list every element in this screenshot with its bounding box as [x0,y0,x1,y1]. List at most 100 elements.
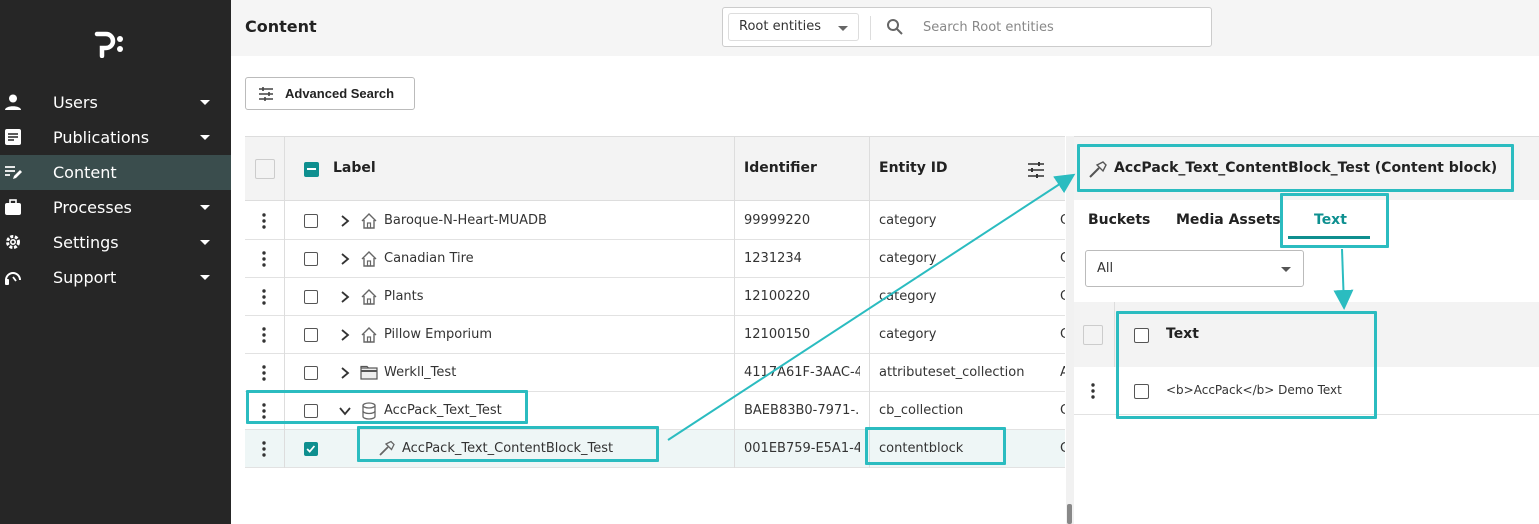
chevron-down-icon[interactable] [339,404,351,418]
more-vert-icon[interactable] [262,289,266,305]
cell-overflow: A [1060,365,1065,380]
column-settings-icon[interactable] [1027,161,1045,179]
more-vert-icon[interactable] [262,441,266,457]
cell-overflow: C [1060,403,1065,418]
column-header-label[interactable]: Label [333,160,376,176]
chevron-right-icon[interactable] [339,252,351,266]
select-all-checkbox[interactable] [1134,328,1149,343]
splitter-handle[interactable] [1067,504,1072,524]
table-row[interactable]: <b>AccPack</b> Demo Text [1074,367,1539,415]
table-row[interactable]: Plants 12100220 category C [245,278,1065,316]
column-separator [284,354,285,392]
table-row[interactable]: Canadian Tire 1231234 category C [245,240,1065,278]
column-menu-icon[interactable] [255,159,275,179]
caret-down-icon [200,100,210,105]
page-title: Content [245,17,317,36]
search-bar: Root entities [722,7,1212,47]
column-menu-icon[interactable] [1083,325,1103,345]
more-vert-icon[interactable] [262,251,266,267]
cell-label[interactable]: Baroque-N-Heart-MUADB [384,213,734,228]
select-all-checkbox[interactable] [304,162,319,177]
table-row[interactable]: Pillow Emporium 12100150 category C [245,316,1065,354]
column-separator [869,240,870,278]
caret-down-icon [200,135,210,140]
more-vert-icon[interactable] [262,213,266,229]
nav-item-users[interactable]: Users [0,85,231,120]
row-checkbox[interactable] [304,442,318,456]
table-row[interactable]: AccPack_Text_Test BAEB83B0-7971-... cb_col… [245,392,1065,430]
table-row[interactable]: AccPack_Text_ContentBlock_Test 001EB759-E… [245,430,1065,468]
cell-entity-id: category [879,289,937,304]
caret-down-icon [838,26,848,31]
app-logo-icon[interactable] [93,28,129,58]
row-checkbox[interactable] [304,252,318,266]
cell-label[interactable]: AccPack_Text_ContentBlock_Test [402,441,752,456]
column-separator [734,202,735,240]
edit-list-icon [5,166,22,179]
cell-label[interactable]: AccPack_Text_Test [384,403,734,418]
column-separator [284,316,285,354]
cell-overflow: C [1060,251,1065,266]
nav-item-settings[interactable]: Settings [0,225,231,260]
advanced-search-button[interactable]: Advanced Search [245,77,415,110]
cell-label[interactable]: Plants [384,289,734,304]
column-separator [734,137,735,202]
column-separator [284,137,285,202]
cell-overflow: C [1060,327,1065,342]
more-vert-icon[interactable] [262,365,266,381]
cell-entity-id: category [879,327,937,342]
row-checkbox[interactable] [1134,384,1149,399]
column-separator [869,392,870,430]
home-icon [361,213,377,229]
column-separator [869,137,870,202]
chevron-right-icon[interactable] [339,214,351,228]
table-row[interactable]: Baroque-N-Heart-MUADB 99999220 category C [245,202,1065,240]
person-icon [5,94,21,110]
hammer-icon [1089,161,1107,178]
text-filter-select[interactable]: All [1085,250,1304,287]
nav-item-content[interactable]: Content [0,155,231,190]
chevron-right-icon[interactable] [339,290,351,304]
table-row[interactable]: Werkll_Test 4117A61F-3AAC-4... attributese… [245,354,1065,392]
nav-item-support[interactable]: Support [0,260,231,295]
nav-label: Content [53,163,117,182]
column-header-text[interactable]: Text [1166,326,1199,342]
content-table: Label Identifier Entity ID Baroque-N-Hea… [245,136,1065,468]
tab-text[interactable]: Text [1314,212,1347,228]
row-checkbox[interactable] [304,290,318,304]
text-table-header: Text [1074,302,1539,367]
row-checkbox[interactable] [304,404,318,418]
column-header-entity-id[interactable]: Entity ID [879,160,948,176]
chevron-right-icon[interactable] [339,366,351,380]
row-checkbox[interactable] [304,214,318,228]
tab-media-assets[interactable]: Media Assets [1176,212,1281,228]
chevron-right-icon[interactable] [339,328,351,342]
pane-splitter[interactable] [1066,136,1074,524]
top-bar: Content Root entities [231,0,1539,56]
cell-label[interactable]: Canadian Tire [384,251,734,266]
cell-label[interactable]: Werkll_Test [384,365,734,380]
more-vert-icon[interactable] [1091,383,1095,399]
row-checkbox[interactable] [304,366,318,380]
tab-buckets[interactable]: Buckets [1088,212,1150,228]
column-separator [284,278,285,316]
nav-item-processes[interactable]: Processes [0,190,231,225]
nav-item-publications[interactable]: Publications [0,120,231,155]
search-icon[interactable] [886,18,904,36]
column-header-identifier[interactable]: Identifier [744,160,817,176]
more-vert-icon[interactable] [262,403,266,419]
search-input[interactable] [923,14,1203,40]
column-separator [284,392,285,430]
sidebar: Users Publications Content Processes Set… [0,0,231,524]
column-separator [734,316,735,354]
detail-panel: AccPack_Text_ContentBlock_Test (Content … [1074,136,1539,524]
column-separator [734,354,735,392]
column-separator [284,240,285,278]
cell-label[interactable]: Pillow Emporium [384,327,734,342]
row-checkbox[interactable] [304,328,318,342]
more-vert-icon[interactable] [262,327,266,343]
search-scope-select[interactable]: Root entities [728,13,859,41]
nav-label: Publications [53,128,150,147]
cell-overflow: C [1060,213,1065,228]
active-tab-indicator [1288,236,1370,239]
